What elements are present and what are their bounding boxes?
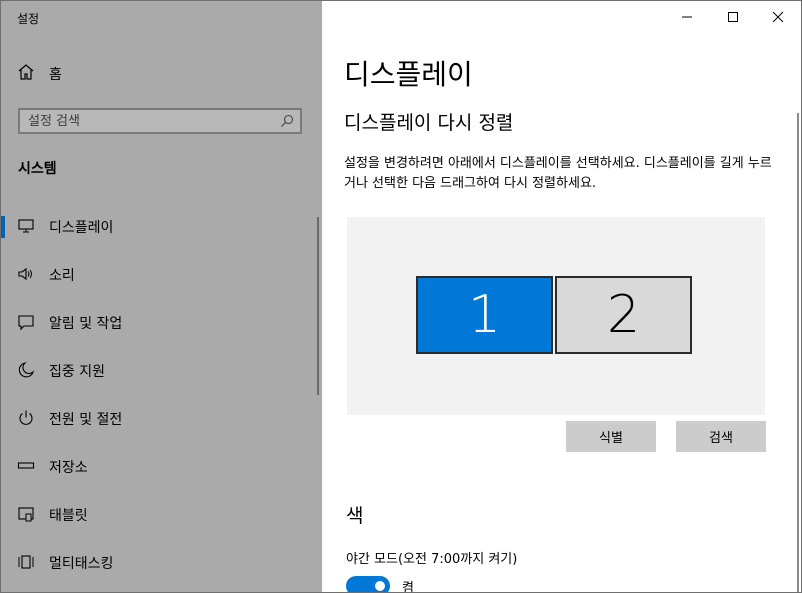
section-title: 시스템 [18,161,57,177]
home-link[interactable]: 홈 [17,63,62,85]
sidebar-item-display[interactable]: 디스플레이 [1,204,317,248]
night-light-toggle[interactable] [346,576,390,592]
main-scrollbar[interactable] [797,113,799,592]
rearrange-description: 설정을 변경하려면 아래에서 디스플레이를 선택하세요. 디스플레이를 길게 누… [344,156,772,191]
sidebar-item-label: 태블릿 [49,508,88,524]
minimize-button[interactable] [664,1,710,33]
moon-icon [17,361,35,379]
main-content: 디스플레이 디스플레이 다시 정렬 설정을 변경하려면 아래에서 디스플레이를 … [322,1,801,592]
storage-icon [17,457,35,475]
section-heading: 디스플레이 다시 정렬 [344,112,514,134]
active-indicator [1,216,5,238]
message-icon [17,313,35,331]
monitor-2[interactable]: 2 [555,276,692,354]
night-light-state: 켬 [402,581,414,593]
maximize-button[interactable] [710,1,756,33]
home-icon [17,63,35,85]
night-light-label: 야간 모드(오전 7:00까지 켜기) [346,552,518,567]
maximize-icon [728,12,738,22]
sidebar-item-label: 디스플레이 [49,220,114,236]
sidebar-item-power[interactable]: 전원 및 절전 [1,396,317,440]
detect-button[interactable]: 검색 [676,421,766,452]
close-button[interactable] [755,1,801,33]
sidebar-item-storage[interactable]: 저장소 [1,444,317,488]
sidebar-item-multitasking[interactable]: 멀티태스킹 [1,540,317,584]
sidebar-item-notifications[interactable]: 알림 및 작업 [1,300,317,344]
page-title: 디스플레이 [344,58,473,91]
identify-button[interactable]: 식별 [566,421,656,452]
home-label: 홈 [49,67,62,83]
sidebar-item-label: 전원 및 절전 [49,412,123,428]
sidebar-item-sound[interactable]: 소리 [1,252,317,296]
monitor-1[interactable]: 1 [416,276,553,354]
sidebar-item-tablet[interactable]: 태블릿 [1,492,317,536]
display-arrangement-area: 1 2 [347,217,765,415]
sidebar-item-label: 알림 및 작업 [49,316,123,332]
monitor-icon [17,217,35,235]
power-icon [17,409,35,427]
color-section-title: 색 [346,505,364,527]
sidebar: 설정 홈 시스템 디스플레이 소리 [1,1,322,592]
sidebar-item-label: 저장소 [49,460,88,476]
app-title: 설정 [17,12,40,26]
sidebar-scrollbar[interactable] [317,217,319,395]
speaker-icon [17,265,35,283]
close-icon [772,11,784,23]
sidebar-item-label: 소리 [49,268,75,284]
search-input[interactable] [28,112,268,130]
settings-window: 설정 홈 시스템 디스플레이 소리 [0,0,802,593]
multitask-icon [17,553,35,571]
tablet-icon [17,505,35,523]
sidebar-item-focus-assist[interactable]: 집중 지원 [1,348,317,392]
sidebar-item-label: 집중 지원 [49,364,105,380]
search-box[interactable] [18,108,302,134]
toggle-knob [375,581,385,591]
sidebar-item-label: 멀티태스킹 [49,556,114,572]
search-icon[interactable] [280,113,294,132]
minimize-icon [682,16,692,18]
